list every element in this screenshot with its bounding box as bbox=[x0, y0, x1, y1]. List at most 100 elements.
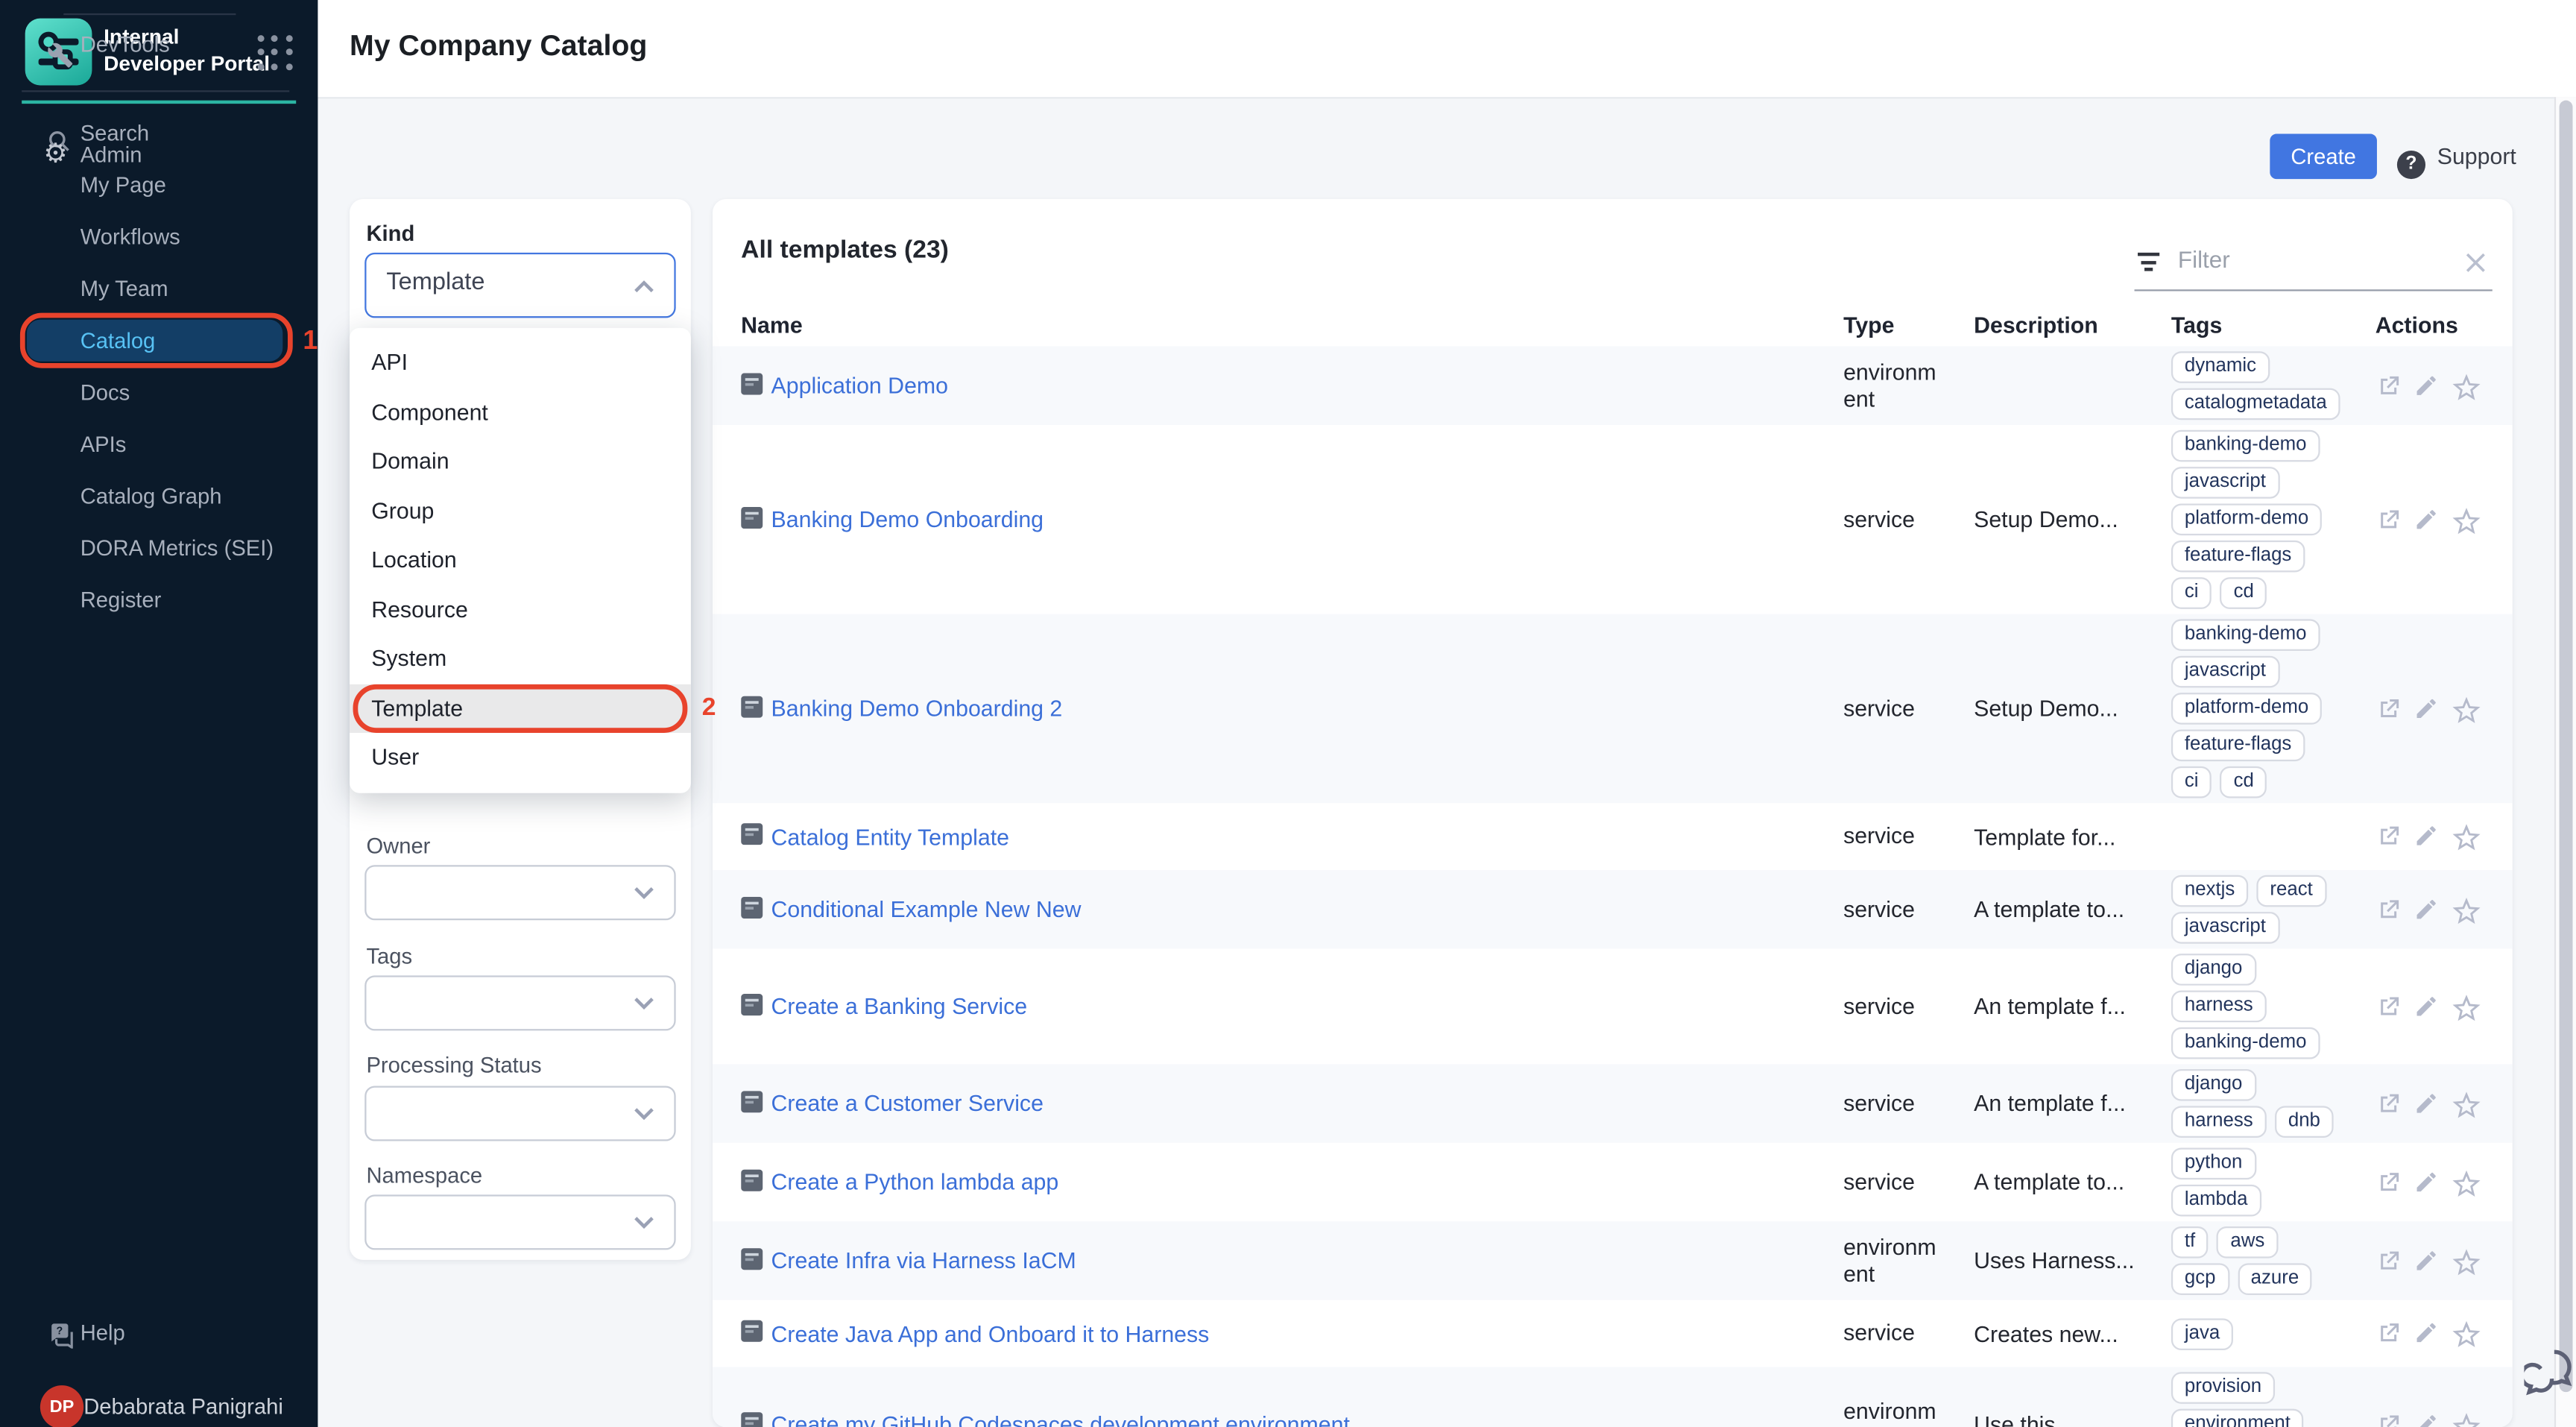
edit-pencil-icon[interactable] bbox=[2414, 1411, 2440, 1427]
tag-chip: lambda bbox=[2171, 1185, 2261, 1217]
kind-option-system[interactable]: System bbox=[350, 634, 691, 684]
star-icon[interactable] bbox=[2452, 823, 2479, 850]
edit-pencil-icon[interactable] bbox=[2414, 1090, 2440, 1117]
sidebar-item-help[interactable]: ? Help bbox=[0, 1311, 318, 1355]
open-in-new-icon[interactable] bbox=[2375, 993, 2402, 1020]
sidebar-item-apis[interactable]: APIs bbox=[0, 418, 318, 470]
open-in-new-icon[interactable] bbox=[2375, 1320, 2402, 1347]
type-text: service bbox=[1843, 1320, 1940, 1347]
sidebar-item-register[interactable]: Register bbox=[0, 574, 318, 626]
kind-option-resource[interactable]: Resource bbox=[350, 585, 691, 634]
entity-link[interactable]: Create my GitHub Codespaces development … bbox=[771, 1412, 1350, 1427]
star-icon[interactable] bbox=[2452, 695, 2479, 722]
table-header-row: NameTypeDescriptionTagsActions bbox=[713, 303, 2513, 348]
sidebar-item-my-team[interactable]: My Team bbox=[0, 262, 318, 315]
star-icon[interactable] bbox=[2452, 1247, 2479, 1274]
edit-pencil-icon[interactable] bbox=[2414, 372, 2440, 399]
entity-link[interactable]: Create Infra via Harness IaCM bbox=[771, 1248, 1076, 1273]
entity-link[interactable]: Banking Demo Onboarding 2 bbox=[771, 696, 1063, 722]
entity-link[interactable]: Application Demo bbox=[771, 373, 948, 398]
entity-link[interactable]: Create a Banking Service bbox=[771, 994, 1028, 1019]
edit-pencil-icon[interactable] bbox=[2414, 695, 2440, 722]
entity-link[interactable]: Banking Demo Onboarding bbox=[771, 507, 1044, 532]
edit-pencil-icon[interactable] bbox=[2414, 993, 2440, 1020]
tag-line: banking-demo bbox=[2171, 619, 2320, 651]
entity-link[interactable]: Create Java App and Onboard it to Harnes… bbox=[771, 1321, 1210, 1346]
content-area: Create ?Support Kind Template APICompone… bbox=[318, 97, 2576, 1427]
sidebar-user[interactable]: DP Debabrata Panigrahi bbox=[0, 1385, 318, 1427]
edit-pencil-icon[interactable] bbox=[2414, 1169, 2440, 1196]
open-in-new-icon[interactable] bbox=[2375, 1411, 2402, 1427]
edit-pencil-icon[interactable] bbox=[2414, 1247, 2440, 1274]
kind-select[interactable]: Template bbox=[364, 253, 675, 318]
create-button[interactable]: Create bbox=[2270, 134, 2377, 180]
support-button[interactable]: ?Support bbox=[2397, 134, 2516, 180]
edit-pencil-icon[interactable] bbox=[2414, 1320, 2440, 1347]
entity-link[interactable]: Conditional Example New New bbox=[771, 897, 1082, 922]
tags-cell: java bbox=[2171, 1317, 2375, 1349]
edit-pencil-icon[interactable] bbox=[2414, 896, 2440, 923]
name-cell: Create a Customer Service bbox=[713, 1090, 1843, 1117]
sidebar-item-workflows[interactable]: Workflows bbox=[0, 211, 318, 263]
star-icon[interactable] bbox=[2452, 1169, 2479, 1196]
processing-status-select[interactable] bbox=[364, 1086, 675, 1141]
column-header-tags: Tags bbox=[2171, 312, 2375, 338]
type-cell: service bbox=[1843, 506, 1974, 533]
star-icon[interactable] bbox=[2452, 506, 2479, 533]
scrollbar-thumb[interactable] bbox=[2558, 101, 2572, 1392]
open-in-new-icon[interactable] bbox=[2375, 1169, 2402, 1196]
namespace-select[interactable] bbox=[364, 1194, 675, 1250]
open-in-new-icon[interactable] bbox=[2375, 1090, 2402, 1117]
tag-line: platform-demo bbox=[2171, 693, 2322, 725]
tag-line: javascript bbox=[2171, 912, 2279, 944]
sidebar-item-admin[interactable]: ⚙ Admin bbox=[0, 129, 318, 181]
tags-select[interactable] bbox=[364, 975, 675, 1030]
open-in-new-icon[interactable] bbox=[2375, 1247, 2402, 1274]
name-cell: Banking Demo Onboarding 2 bbox=[713, 695, 1843, 722]
table-row: Create a Customer ServiceserviceAn templ… bbox=[713, 1064, 2513, 1142]
star-icon[interactable] bbox=[2452, 1090, 2479, 1117]
app-root: Internal Developer Portal SearchMy PageW… bbox=[0, 0, 2576, 1427]
entity-link[interactable]: Create a Python lambda app bbox=[771, 1170, 1059, 1195]
entity-link[interactable]: Create a Customer Service bbox=[771, 1091, 1044, 1116]
kind-option-group[interactable]: Group bbox=[350, 486, 691, 535]
kind-option-user[interactable]: User bbox=[350, 733, 691, 782]
star-icon[interactable] bbox=[2452, 896, 2479, 923]
support-chat-icon[interactable] bbox=[2524, 1345, 2576, 1405]
kind-select-value: Template bbox=[386, 269, 484, 296]
kind-option-component[interactable]: Component bbox=[350, 388, 691, 437]
open-in-new-icon[interactable] bbox=[2375, 372, 2402, 399]
open-in-new-icon[interactable] bbox=[2375, 896, 2402, 923]
edit-pencil-icon[interactable] bbox=[2414, 506, 2440, 533]
sidebar-item-docs[interactable]: Docs bbox=[0, 366, 318, 418]
sidebar-item-dora-metrics-sei[interactable]: DORA Metrics (SEI) bbox=[0, 522, 318, 574]
kind-option-template[interactable]: Template2 bbox=[350, 684, 691, 733]
sidebar-item-devtools[interactable]: DevTools bbox=[0, 15, 318, 75]
open-in-new-icon[interactable] bbox=[2375, 823, 2402, 850]
tag-chip: azure bbox=[2238, 1263, 2312, 1295]
chevron-down-icon bbox=[634, 1215, 654, 1229]
clear-filter-icon[interactable] bbox=[2462, 249, 2489, 276]
tags-cell: djangoharnessbanking-demo bbox=[2171, 954, 2375, 1059]
description-cell: A template to... bbox=[1974, 1170, 2171, 1195]
annotation-ring: 2 bbox=[353, 684, 688, 733]
star-icon[interactable] bbox=[2452, 1320, 2479, 1347]
kind-option-api[interactable]: API bbox=[350, 338, 691, 387]
open-in-new-icon[interactable] bbox=[2375, 506, 2402, 533]
kind-option-location[interactable]: Location bbox=[350, 535, 691, 585]
table-row: Banking Demo OnboardingserviceSetup Demo… bbox=[713, 425, 2513, 614]
star-icon[interactable] bbox=[2452, 993, 2479, 1020]
entity-link[interactable]: Catalog Entity Template bbox=[771, 824, 1009, 849]
tag-line: gcpazure bbox=[2171, 1263, 2312, 1295]
sidebar-item-catalog-graph[interactable]: Catalog Graph bbox=[0, 470, 318, 523]
star-icon[interactable] bbox=[2452, 372, 2479, 399]
open-in-new-icon[interactable] bbox=[2375, 695, 2402, 722]
tag-chip: python bbox=[2171, 1147, 2255, 1179]
star-icon[interactable] bbox=[2452, 1411, 2479, 1427]
sidebar-item-catalog[interactable]: Catalog1 bbox=[27, 320, 282, 362]
kind-option-domain[interactable]: Domain bbox=[350, 437, 691, 486]
edit-pencil-icon[interactable] bbox=[2414, 823, 2440, 850]
tag-line: django bbox=[2171, 1069, 2255, 1101]
filter-input[interactable] bbox=[2174, 245, 2432, 274]
owner-select[interactable] bbox=[364, 865, 675, 920]
